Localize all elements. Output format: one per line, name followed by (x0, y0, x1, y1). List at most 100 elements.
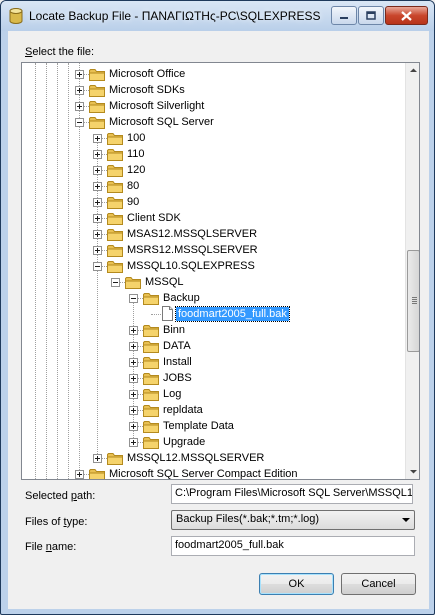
expand-icon[interactable] (129, 390, 138, 399)
close-icon (401, 10, 412, 21)
folder-icon (143, 437, 159, 449)
tree-node-label: 120 (127, 164, 146, 176)
tree-folder-node[interactable]: 110 (22, 146, 405, 162)
scroll-up-icon[interactable] (406, 63, 420, 78)
folder-icon (89, 69, 105, 81)
maximize-icon (366, 11, 376, 20)
tree-folder-node[interactable]: 100 (22, 130, 405, 146)
tree-folder-node[interactable]: Client SDK (22, 210, 405, 226)
expand-icon[interactable] (93, 454, 102, 463)
folder-icon (143, 357, 159, 369)
folder-icon (107, 245, 123, 257)
close-button[interactable] (385, 6, 428, 25)
expand-icon[interactable] (129, 422, 138, 431)
maximize-button[interactable] (358, 6, 384, 25)
expand-icon[interactable] (129, 438, 138, 447)
expand-icon[interactable] (129, 326, 138, 335)
folder-icon (89, 101, 105, 113)
tree-folder-node[interactable]: Binn (22, 322, 405, 338)
selected-path-field[interactable]: C:\Program Files\Microsoft SQL Server\MS… (171, 484, 413, 504)
tree-folder-node[interactable]: Log (22, 386, 405, 402)
expand-icon[interactable] (75, 470, 84, 479)
tree-folder-node[interactable]: MSSQL12.MSSQLSERVER (22, 450, 405, 466)
expand-icon[interactable] (93, 246, 102, 255)
title-bar[interactable]: Locate Backup File - ΠΑΝΑΓΙΩΤΗς-PC\SQLEX… (1, 1, 434, 31)
tree-folder-node[interactable]: Microsoft Silverlight (22, 98, 405, 114)
tree-rows: Microsoft Office Microsoft SDKs Microsoft … (22, 63, 405, 479)
file-icon (162, 306, 173, 321)
tree-folder-node[interactable]: MSSQL10.SQLEXPRESS (22, 258, 405, 274)
file-tree[interactable]: Microsoft Office Microsoft SDKs Microsoft … (21, 62, 420, 480)
tree-node-label: 80 (127, 180, 140, 192)
folder-icon (89, 117, 105, 129)
expand-icon[interactable] (129, 342, 138, 351)
tree-folder-node[interactable]: Microsoft SDKs (22, 82, 405, 98)
files-of-type-value: Backup Files(*.bak;*.tm;*.log) (176, 513, 320, 525)
expand-icon[interactable] (93, 198, 102, 207)
tree-folder-node[interactable]: Microsoft Office (22, 66, 405, 82)
tree-folder-node[interactable]: Template Data (22, 418, 405, 434)
folder-icon (107, 165, 123, 177)
expand-icon[interactable] (93, 230, 102, 239)
folder-icon (143, 341, 159, 353)
tree-folder-node[interactable]: 120 (22, 162, 405, 178)
tree-file-node[interactable]: foodmart2005_full.bak (22, 306, 405, 322)
file-name-input[interactable]: foodmart2005_full.bak (171, 536, 415, 556)
dialog-body: Select the file: Microsoft Office Microso… (8, 31, 429, 609)
folder-icon (143, 373, 159, 385)
tree-folder-node[interactable]: Backup (22, 290, 405, 306)
vertical-scrollbar[interactable] (405, 63, 420, 479)
scroll-down-icon[interactable] (406, 464, 420, 479)
tree-folder-node[interactable]: Install (22, 354, 405, 370)
tree-node-label: Install (163, 356, 192, 368)
collapse-icon[interactable] (111, 278, 120, 287)
expand-icon[interactable] (75, 102, 84, 111)
tree-node-label: 100 (127, 132, 146, 144)
tree-folder-node[interactable]: Microsoft SQL Server (22, 114, 405, 130)
folder-icon (143, 421, 159, 433)
expand-icon[interactable] (129, 406, 138, 415)
tree-label: Select the file: (25, 46, 95, 58)
expand-icon[interactable] (93, 166, 102, 175)
scrollbar-thumb[interactable] (407, 250, 419, 352)
folder-icon (143, 325, 159, 337)
tree-folder-node[interactable]: Upgrade (22, 434, 405, 450)
expand-icon[interactable] (93, 214, 102, 223)
expand-icon[interactable] (129, 358, 138, 367)
tree-node-label: MSRS12.MSSQLSERVER (127, 244, 258, 256)
collapse-icon[interactable] (129, 294, 138, 303)
minimize-button[interactable] (331, 6, 357, 25)
tree-folder-node[interactable]: 80 (22, 178, 405, 194)
tree-node-label: Microsoft Silverlight (109, 100, 205, 112)
tree-folder-node[interactable]: 90 (22, 194, 405, 210)
tree-folder-node[interactable]: DATA (22, 338, 405, 354)
files-of-type-dropdown[interactable]: Backup Files(*.bak;*.tm;*.log) (171, 510, 415, 530)
folder-icon (107, 197, 123, 209)
tree-folder-node[interactable]: MSSQL (22, 274, 405, 290)
tree-folder-node[interactable]: Microsoft SQL Server Compact Edition (22, 466, 405, 479)
minimize-icon (340, 16, 348, 19)
expand-icon[interactable] (93, 182, 102, 191)
tree-folder-node[interactable]: MSRS12.MSSQLSERVER (22, 242, 405, 258)
ok-button[interactable]: OK (259, 573, 334, 595)
folder-icon (107, 213, 123, 225)
expand-icon[interactable] (129, 374, 138, 383)
tree-folder-node[interactable]: MSAS12.MSSQLSERVER (22, 226, 405, 242)
tree-node-label: MSSQL10.SQLEXPRESS (127, 260, 255, 272)
tree-node-label: Backup (163, 292, 200, 304)
collapse-icon[interactable] (75, 118, 84, 127)
folder-icon (143, 293, 159, 305)
expand-icon[interactable] (75, 70, 84, 79)
tree-node-label: foodmart2005_full.bak (175, 306, 290, 322)
folder-icon (107, 261, 123, 273)
folder-icon (107, 149, 123, 161)
expand-icon[interactable] (93, 150, 102, 159)
expand-icon[interactable] (75, 86, 84, 95)
collapse-icon[interactable] (93, 262, 102, 271)
expand-icon[interactable] (93, 134, 102, 143)
tree-folder-node[interactable]: repldata (22, 402, 405, 418)
tree-folder-node[interactable]: JOBS (22, 370, 405, 386)
cancel-button[interactable]: Cancel (341, 573, 416, 595)
tree-node-label: Upgrade (163, 436, 206, 448)
tree-node-label: JOBS (163, 372, 192, 384)
